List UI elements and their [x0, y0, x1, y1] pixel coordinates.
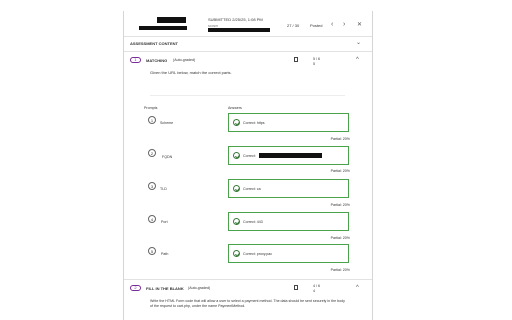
prompt-label: FQDN [162, 155, 173, 159]
prompt-label: Scheme [160, 121, 174, 125]
auto-graded-label: (Auto-graded) [188, 286, 211, 290]
prompt-number: 2 [148, 149, 156, 157]
prompt-label: TLD [160, 187, 167, 191]
answer-box: Correct: proxy.pac [228, 244, 349, 263]
prompt-number: 3 [148, 182, 156, 190]
prompt-label: Path [161, 252, 169, 256]
submitted-timestamp: SUBMITTED 2/25/25, 1:08 PM [208, 17, 263, 22]
prompts-header: Prompts [144, 106, 158, 110]
answer-box: Correct: [228, 146, 349, 165]
answer-text: Correct: ca [243, 186, 261, 191]
check-circle-icon [233, 250, 240, 257]
section-divider [124, 51, 372, 52]
check-circle-icon [233, 119, 240, 126]
answer-box: Correct: ca [228, 179, 349, 198]
partial-score: Partial: 20% [330, 169, 350, 173]
chevron-right-icon[interactable]: › [343, 21, 345, 28]
redacted-answer [259, 153, 322, 158]
question-type: FILL IN THE BLANK [146, 286, 184, 291]
answer-text: Correct: https [243, 120, 265, 125]
partial-score: Partial: 20% [330, 268, 350, 272]
question-text: Write the HTML Form code that will allow… [150, 299, 345, 308]
prompt-number: 1 [148, 116, 156, 124]
answer-text: Correct: proxy.pac [243, 251, 273, 256]
prompt-number: 5 [148, 247, 156, 255]
document-icon[interactable] [294, 57, 298, 62]
check-circle-icon [233, 218, 240, 225]
question-score: 4 / 6 [313, 284, 320, 288]
question-score: 5 / 6 [313, 57, 320, 61]
answer-box: Correct: https [228, 113, 349, 132]
status-badge: Posted [310, 23, 323, 28]
redacted-student-id [139, 26, 187, 30]
chevron-left-icon[interactable]: ‹ [331, 21, 333, 28]
chevron-up-icon[interactable]: ^ [356, 285, 359, 291]
prompt-number: 4 [148, 215, 156, 223]
partial-score: Partial: 20% [330, 137, 350, 141]
auto-graded-label: (Auto-graded) [173, 58, 196, 62]
question-type: MATCHING [146, 58, 168, 63]
chevron-up-icon[interactable]: ^ [356, 57, 359, 63]
redacted-attempt-info [208, 28, 270, 32]
question-number-badge: 2 [130, 285, 141, 291]
check-circle-icon [233, 152, 240, 159]
question-instruction: Given the URL below, match the correct p… [150, 70, 232, 75]
partial-score: Partial: 20% [330, 203, 350, 207]
question-score-value: 5 [313, 62, 315, 66]
answers-header: Answers [228, 106, 242, 110]
instruction-divider [150, 95, 345, 96]
answer-text: Correct: 443 [243, 219, 263, 224]
document-icon[interactable] [294, 285, 298, 290]
answer-box: Correct: 443 [228, 212, 349, 231]
attempt-count: 27 / 30 [287, 23, 300, 28]
answer-text: Correct: [243, 153, 256, 158]
chevron-down-icon[interactable]: ⌄ [356, 40, 361, 46]
redacted-student-name [157, 17, 186, 23]
question-number-badge: 1 [130, 57, 141, 63]
section-title: ASSESSMENT CONTENT [130, 41, 179, 46]
partial-score: Partial: 20% [330, 236, 350, 240]
close-icon[interactable]: ✕ [357, 22, 362, 28]
question-divider [124, 279, 372, 280]
prompt-label: Port [161, 220, 168, 224]
question-score-value: 4 [313, 289, 315, 293]
check-circle-icon [233, 185, 240, 192]
submission-panel: SUBMITTED 2/25/25, 1:08 PM sccsm 27 / 30… [123, 11, 373, 320]
header-divider [124, 36, 372, 37]
